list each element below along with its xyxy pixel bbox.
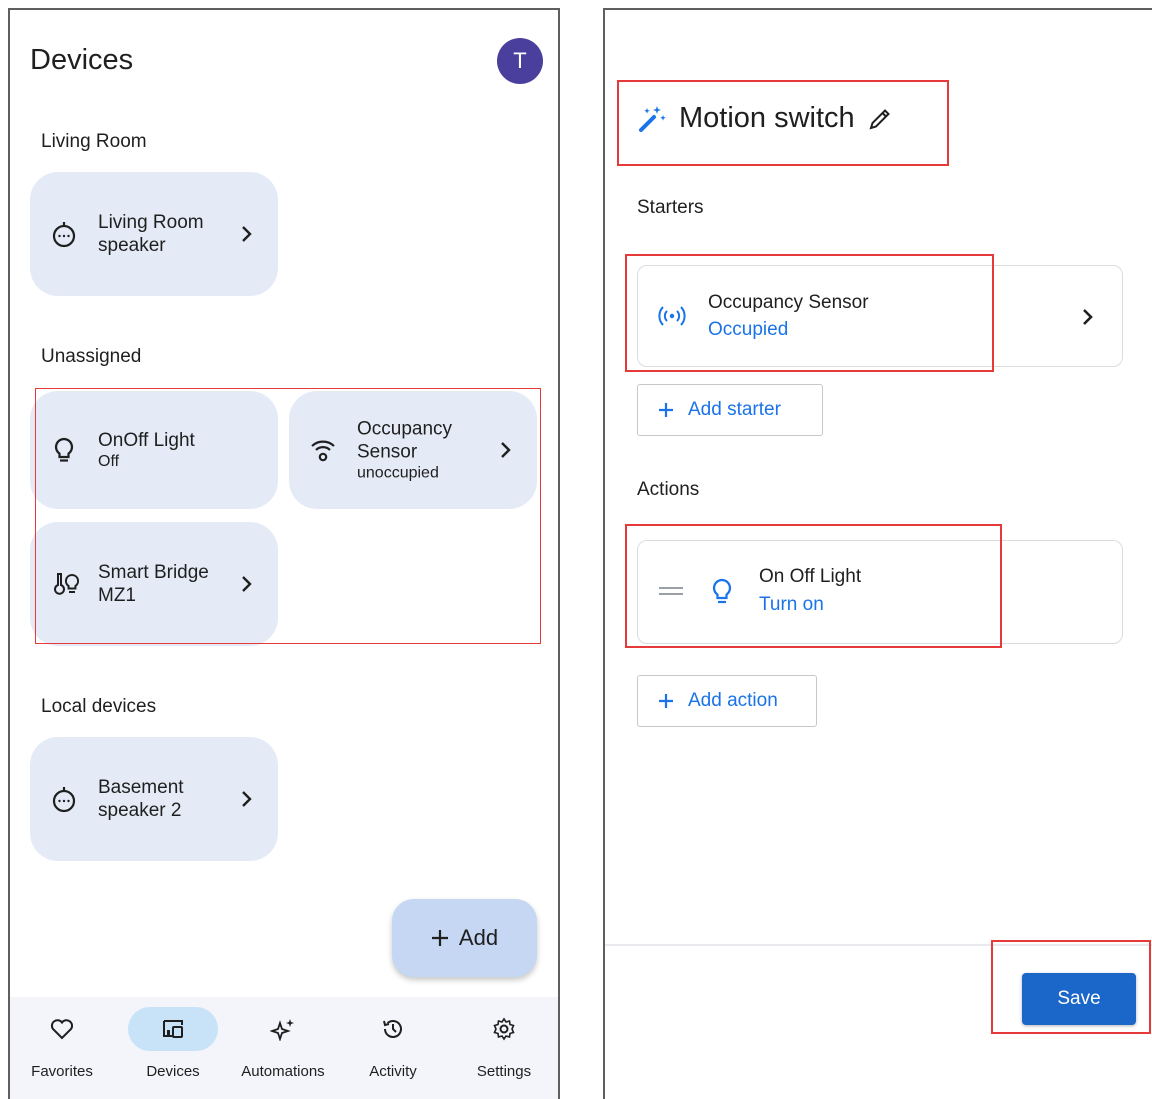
section-label-local-devices: Local devices: [41, 696, 157, 717]
lightbulb-icon: [712, 578, 732, 604]
device-name-line2: speaker: [98, 235, 166, 256]
device-name-line1: Smart Bridge: [98, 562, 209, 583]
gear-icon: [493, 1017, 515, 1041]
bridge-icon: [54, 573, 80, 595]
devices-screen: Devices T Living Room Living Room speake…: [8, 8, 560, 1099]
action-text: On Off Light Turn on: [759, 563, 861, 619]
add-starter-label: Add starter: [688, 399, 781, 420]
page-title: Devices: [30, 44, 134, 76]
plus-icon: [659, 694, 673, 708]
nav-label: Devices: [146, 1063, 200, 1080]
device-status: unoccupied: [357, 464, 439, 482]
speaker-icon: [52, 222, 76, 248]
device-tile-occupancy-sensor[interactable]: Occupancy Sensor unoccupied: [289, 391, 537, 509]
device-name: OnOff Light: [98, 430, 195, 451]
device-name-line2: speaker 2: [98, 800, 182, 821]
lightbulb-icon: [54, 437, 74, 462]
drag-handle-icon[interactable]: [658, 585, 684, 597]
device-tile-text: Living Room speaker: [98, 211, 204, 257]
nav-item-settings[interactable]: Settings: [449, 1007, 559, 1080]
device-tile-basement-speaker[interactable]: Basement speaker 2: [30, 737, 278, 861]
pencil-icon[interactable]: [867, 106, 893, 132]
automation-title: Motion switch: [679, 102, 855, 134]
device-name-line2: Sensor: [357, 441, 418, 463]
device-name-line2: MZ1: [98, 585, 136, 606]
nav-item-automations[interactable]: Automations: [228, 1007, 338, 1080]
add-device-button[interactable]: Add: [392, 899, 537, 977]
action-state: Turn on: [759, 594, 824, 615]
device-name-line1: Basement: [98, 777, 184, 798]
action-card-on-off-light[interactable]: On Off Light Turn on: [637, 540, 1123, 644]
nav-item-favorites[interactable]: Favorites: [7, 1007, 117, 1080]
devices-icon: [163, 1020, 183, 1038]
section-label-starters: Starters: [637, 197, 704, 218]
broadcast-icon: [658, 306, 686, 326]
plus-icon: [431, 930, 448, 946]
nav-active-indicator: [128, 1007, 218, 1051]
nav-item-devices[interactable]: Devices: [118, 1007, 228, 1080]
starter-card-occupancy-sensor[interactable]: Occupancy Sensor Occupied: [637, 265, 1123, 367]
nav-label: Activity: [369, 1063, 417, 1080]
avatar[interactable]: T: [497, 38, 543, 84]
add-action-button[interactable]: Add action: [637, 675, 817, 727]
device-tile-living-room-speaker[interactable]: Living Room speaker: [30, 172, 278, 296]
starter-device-name: Occupancy Sensor: [708, 292, 869, 313]
action-device-name: On Off Light: [759, 566, 862, 587]
device-tile-text: Smart Bridge MZ1: [98, 561, 209, 607]
heart-icon: [50, 1019, 74, 1040]
section-label-actions: Actions: [637, 479, 700, 500]
automation-title-row: Motion switch: [637, 102, 893, 135]
nav-item-activity[interactable]: Activity: [338, 1007, 448, 1080]
add-button-label: Add: [458, 925, 499, 950]
bottom-divider: [605, 944, 1152, 946]
chevron-right-icon: [242, 576, 252, 592]
device-tile-text: OnOff Light Off: [98, 429, 195, 471]
section-label-unassigned: Unassigned: [41, 346, 142, 367]
sparkle-icon: [270, 1019, 294, 1041]
device-tile-onoff-light[interactable]: OnOff Light Off: [30, 391, 278, 509]
device-status: Off: [98, 453, 120, 470]
starter-state: Occupied: [708, 319, 789, 340]
device-tile-text: Occupancy Sensor unoccupied: [357, 418, 452, 483]
chevron-right-icon: [242, 791, 252, 807]
bottom-navigation: Favorites Devices Automations Activity S…: [10, 997, 558, 1099]
section-label-living-room: Living Room: [41, 131, 147, 152]
chevron-right-icon: [1083, 309, 1093, 325]
chevron-right-icon: [242, 226, 252, 242]
automation-screen: Motion switch Starters Occupancy Sensor …: [603, 8, 1152, 1099]
device-name-line1: Occupancy: [357, 418, 453, 440]
nav-label: Automations: [241, 1063, 325, 1080]
magic-wand-icon: [639, 105, 666, 132]
history-icon: [383, 1020, 402, 1038]
nav-label: Favorites: [31, 1063, 93, 1080]
starter-text: Occupancy Sensor Occupied: [708, 290, 869, 344]
save-button[interactable]: Save: [1022, 973, 1136, 1025]
device-tile-smart-bridge[interactable]: Smart Bridge MZ1: [30, 522, 278, 646]
nav-label: Settings: [476, 1063, 532, 1080]
chevron-right-icon: [501, 442, 511, 458]
speaker-icon: [52, 787, 76, 813]
device-tile-text: Basement speaker 2: [98, 776, 184, 822]
sensor-signal-icon: [311, 440, 335, 462]
add-starter-button[interactable]: Add starter: [637, 384, 823, 436]
device-name-line1: Living Room: [98, 212, 204, 233]
add-action-label: Add action: [688, 690, 778, 711]
plus-icon: [659, 403, 673, 417]
